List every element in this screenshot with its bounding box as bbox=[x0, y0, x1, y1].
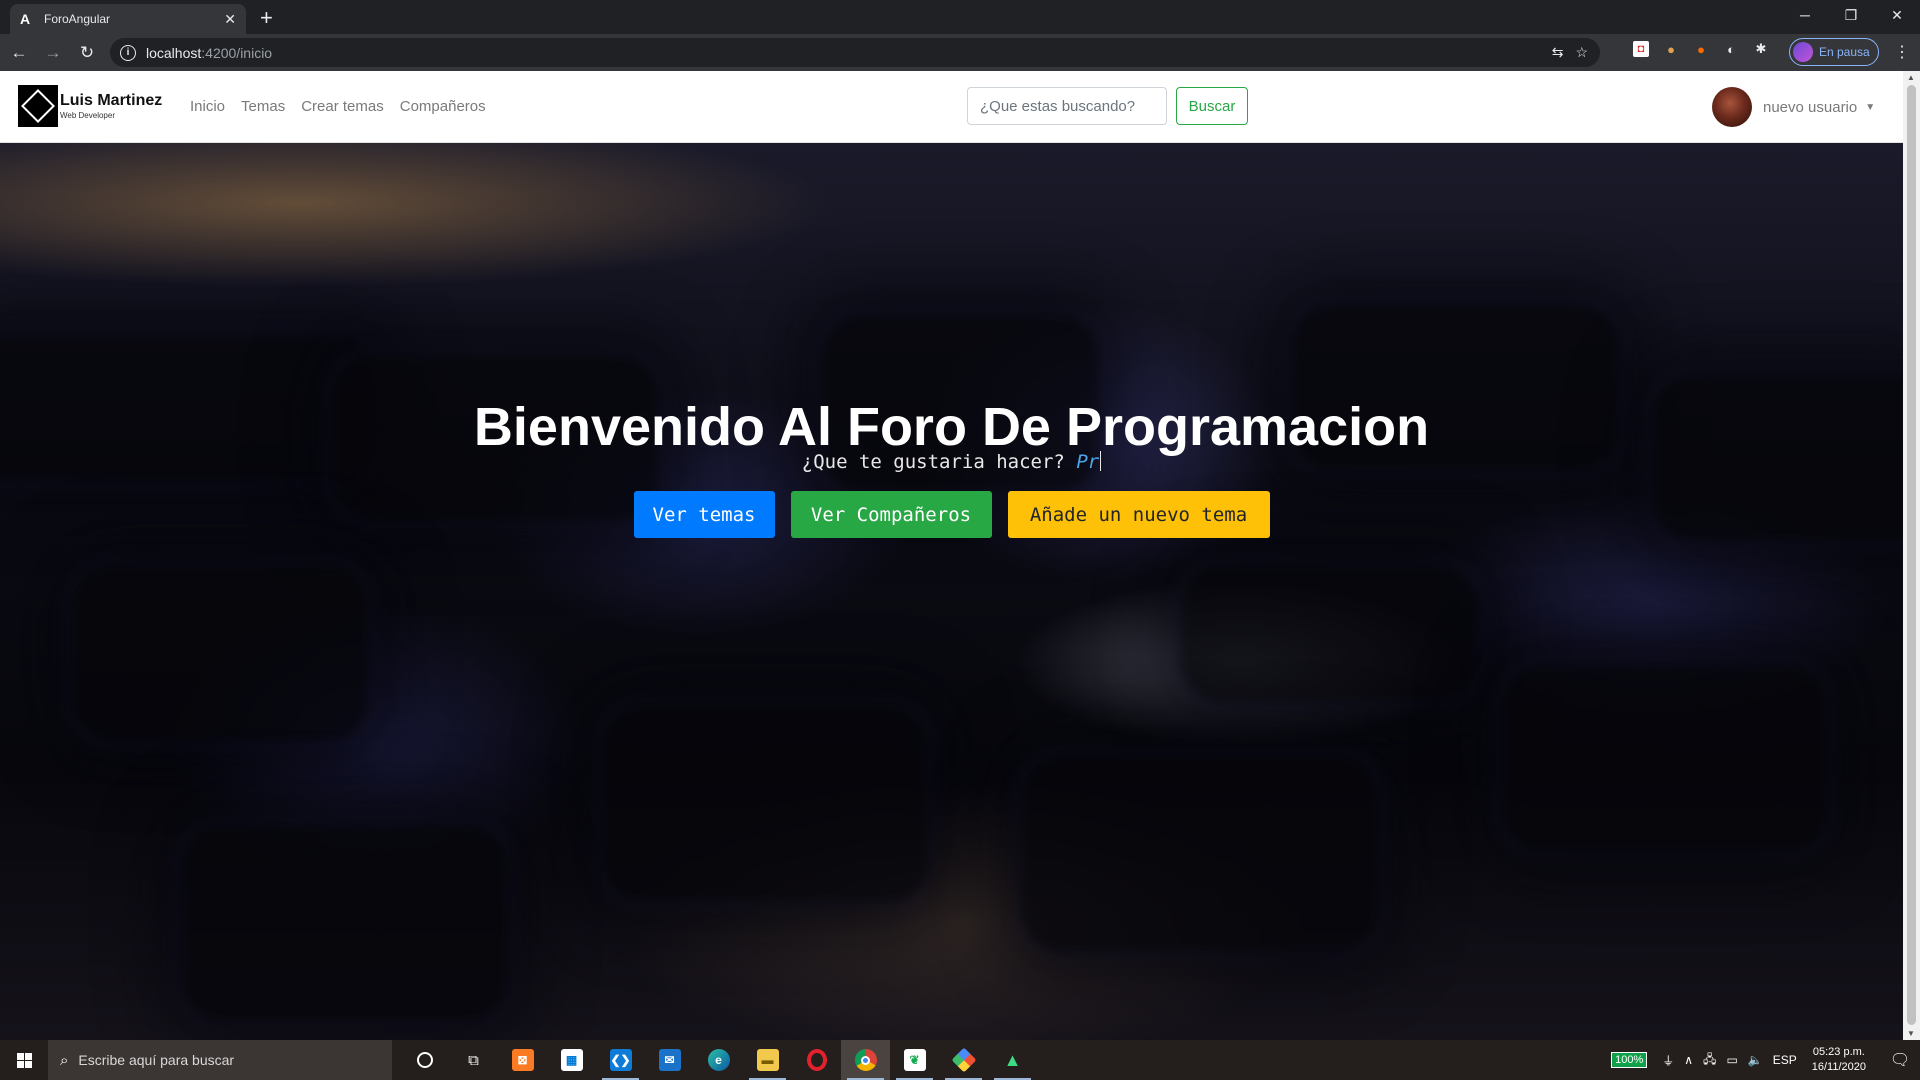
brand[interactable]: Luis Martinez Web Developer bbox=[18, 85, 162, 127]
start-button[interactable] bbox=[0, 1040, 48, 1080]
window-controls: ─ ❐ ✕ bbox=[1782, 0, 1920, 30]
mongodb-icon[interactable]: ❦ bbox=[890, 1040, 939, 1080]
brand-name: Luis Martinez bbox=[60, 91, 163, 109]
address-bar[interactable]: i localhost:4200/inicio ⇆ ☆ bbox=[110, 38, 1600, 67]
taskbar-search[interactable]: ⌕ Escribe aquí para buscar bbox=[48, 1040, 392, 1080]
browser-toolbar: ← → ↻ i localhost:4200/inicio ⇆ ☆ bbox=[0, 34, 1920, 71]
nuevo-tema-button[interactable]: Añade un nuevo tema bbox=[1007, 491, 1270, 538]
browser-tabstrip: A ForoAngular ✕ + ─ ❐ ✕ bbox=[0, 0, 1920, 34]
edge-icon[interactable]: e bbox=[694, 1040, 743, 1080]
opera-icon[interactable] bbox=[792, 1040, 841, 1080]
extension-fox-icon[interactable]: ● bbox=[1693, 41, 1709, 57]
taskbar-apps: ⧉ ⊠ ▦ ❮❯ ✉ e ▬ ❦ ▲ bbox=[400, 1040, 1037, 1080]
tab-title: ForoAngular bbox=[44, 12, 111, 26]
hero-subtitle: ¿Que te gustaria hacer? Pr bbox=[0, 451, 1903, 473]
extension-dark-icon[interactable]: ◐ bbox=[1723, 41, 1739, 57]
url-host: localhost bbox=[146, 44, 202, 61]
notifications-icon[interactable]: 🗨 bbox=[1880, 1050, 1920, 1070]
app-navbar: Luis Martinez Web Developer Inicio Temas… bbox=[0, 71, 1903, 143]
extensions-puzzle-icon[interactable]: ✱ bbox=[1753, 41, 1769, 57]
nav-link-companeros[interactable]: Compañeros bbox=[400, 98, 486, 115]
clock-time: 05:23 p.m. bbox=[1812, 1046, 1865, 1059]
store-icon[interactable]: ▦ bbox=[547, 1040, 596, 1080]
restore-icon[interactable]: ❐ bbox=[1828, 0, 1874, 30]
page-viewport: Luis Martinez Web Developer Inicio Temas… bbox=[0, 71, 1903, 1040]
search-button[interactable]: Buscar bbox=[1176, 87, 1248, 125]
typed-text: Pr bbox=[1076, 451, 1100, 473]
profile-avatar-icon bbox=[1793, 42, 1813, 62]
taskbar-search-placeholder: Escribe aquí para buscar bbox=[78, 1052, 235, 1068]
profile-button[interactable]: En pausa bbox=[1789, 38, 1879, 66]
xampp-icon[interactable]: ⊠ bbox=[498, 1040, 547, 1080]
nav-links: Inicio Temas Crear temas Compañeros bbox=[190, 98, 486, 115]
ver-companeros-button[interactable]: Ver Compañeros bbox=[790, 491, 992, 538]
file-explorer-icon[interactable]: ▬ bbox=[743, 1040, 792, 1080]
bookmark-star-icon[interactable]: ☆ bbox=[1575, 44, 1588, 61]
angular-favicon-icon: A bbox=[20, 11, 31, 27]
chrome-icon[interactable] bbox=[841, 1040, 890, 1080]
profile-label: En pausa bbox=[1819, 45, 1870, 59]
cortana-icon[interactable] bbox=[400, 1040, 449, 1080]
battery-indicator[interactable]: 100% bbox=[1611, 1052, 1648, 1068]
clock-date: 16/11/2020 bbox=[1811, 1061, 1866, 1073]
power-plug-icon[interactable]: ⏚ bbox=[1662, 1052, 1674, 1069]
scroll-up-icon[interactable]: ▲ bbox=[1907, 73, 1915, 82]
user-name: nuevo usuario bbox=[1763, 98, 1858, 116]
browser-menu-icon[interactable]: ⋮ bbox=[1894, 42, 1910, 62]
nav-link-inicio[interactable]: Inicio bbox=[190, 98, 225, 115]
back-arrow-icon[interactable]: ← bbox=[4, 43, 34, 63]
extension-cookie-icon[interactable]: ● bbox=[1663, 41, 1679, 57]
nav-link-temas[interactable]: Temas bbox=[241, 98, 285, 115]
extensions-area: ◘ ● ● ◐ ✱ bbox=[1633, 41, 1769, 57]
volume-icon[interactable]: 🔈 bbox=[1748, 1053, 1763, 1067]
caret-down-icon: ▼ bbox=[1865, 101, 1876, 113]
system-tray: 100% ⏚ ∧ 🖧 ▭ 🔈 ESP 05:23 p.m. 16/11/2020… bbox=[1611, 1040, 1920, 1080]
translate-icon[interactable]: ⇆ bbox=[1552, 44, 1564, 61]
windows-taskbar: ⌕ Escribe aquí para buscar ⧉ ⊠ ▦ ❮❯ ✉ e … bbox=[0, 1040, 1920, 1080]
windows-logo-icon bbox=[16, 1052, 32, 1068]
url-path: :4200/inicio bbox=[201, 44, 273, 61]
brand-subtitle: Web Developer bbox=[60, 110, 115, 120]
mail-icon[interactable]: ✉ bbox=[645, 1040, 694, 1080]
close-window-icon[interactable]: ✕ bbox=[1874, 0, 1920, 30]
task-view-icon[interactable]: ⧉ bbox=[449, 1040, 498, 1080]
git-icon[interactable] bbox=[939, 1040, 988, 1080]
scroll-down-icon[interactable]: ▼ bbox=[1907, 1029, 1915, 1038]
typing-cursor bbox=[1100, 451, 1102, 471]
hero-buttons: Ver temas Ver Compañeros Añade un nuevo … bbox=[0, 491, 1903, 538]
page-scrollbar[interactable]: ▲ ▼ bbox=[1903, 71, 1920, 1040]
keyboard-background-image bbox=[0, 143, 1903, 1040]
forward-arrow-icon[interactable]: → bbox=[38, 43, 68, 63]
search-input[interactable]: ¿Que estas buscando? bbox=[967, 87, 1167, 125]
brand-logo-icon bbox=[18, 85, 58, 127]
hero-question: ¿Que te gustaria hacer? bbox=[801, 451, 1065, 473]
search-icon: ⌕ bbox=[60, 1051, 69, 1069]
user-menu[interactable]: nuevo usuario ▼ bbox=[1712, 87, 1875, 127]
language-indicator[interactable]: ESP bbox=[1773, 1053, 1797, 1067]
avatar bbox=[1712, 87, 1752, 127]
extension-todoist-icon[interactable]: ◘ bbox=[1633, 41, 1649, 57]
battery-icon[interactable]: ▭ bbox=[1726, 1053, 1737, 1067]
android-studio-icon[interactable]: ▲ bbox=[988, 1040, 1037, 1080]
network-icon[interactable]: 🖧 bbox=[1703, 1050, 1716, 1071]
hero-title: Bienvenido Al Foro De Programacion bbox=[473, 397, 1430, 457]
nav-link-crear-temas[interactable]: Crear temas bbox=[301, 98, 384, 115]
minimize-icon[interactable]: ─ bbox=[1782, 0, 1828, 30]
tab-close-icon[interactable]: ✕ bbox=[224, 11, 236, 28]
show-hidden-icons-icon[interactable]: ∧ bbox=[1684, 1053, 1693, 1067]
scrollbar-thumb[interactable] bbox=[1907, 85, 1916, 1025]
hero-section: Bienvenido Al Foro De Programacion ¿Que … bbox=[0, 143, 1903, 1040]
vscode-icon[interactable]: ❮❯ bbox=[596, 1040, 645, 1080]
reload-icon[interactable]: ↻ bbox=[72, 43, 102, 63]
clock[interactable]: 05:23 p.m. 16/11/2020 bbox=[1812, 1045, 1866, 1075]
ver-temas-button[interactable]: Ver temas bbox=[633, 491, 775, 538]
browser-tab[interactable]: A ForoAngular ✕ bbox=[10, 4, 246, 34]
new-tab-button[interactable]: + bbox=[260, 5, 273, 31]
site-info-icon[interactable]: i bbox=[120, 44, 136, 61]
